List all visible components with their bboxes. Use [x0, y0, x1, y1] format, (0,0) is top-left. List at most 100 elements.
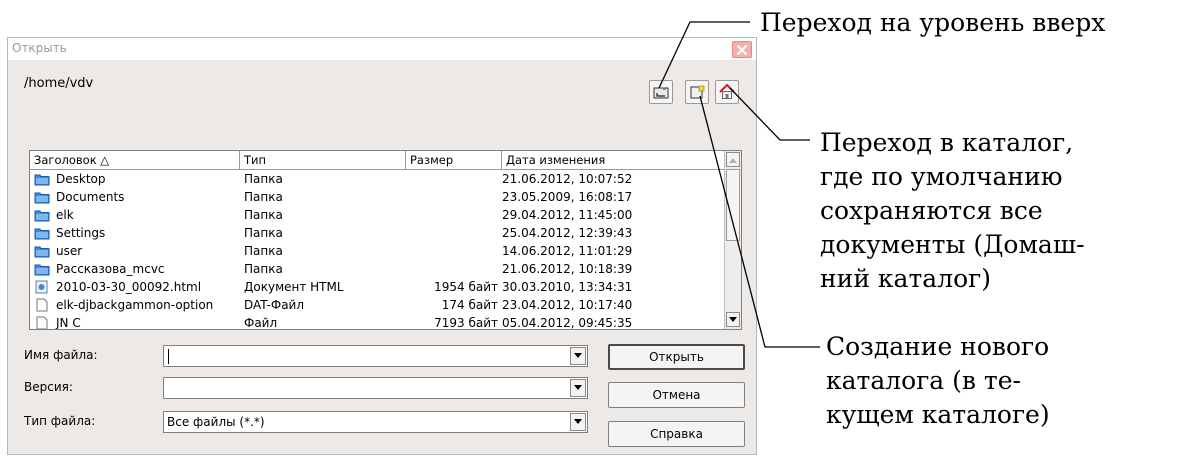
- open-button[interactable]: Открыть: [608, 344, 745, 370]
- folder-icon: [34, 208, 56, 222]
- file-date: 14.06.2012, 11:01:29: [502, 244, 633, 258]
- file-row[interactable]: 2010-03-30_00092.html Документ HTML 1954 б…: [30, 278, 724, 296]
- annotation-new-folder-line: каталога (в те-: [826, 366, 1021, 395]
- file-name: Documents: [56, 190, 125, 204]
- filetype-dropdown-button[interactable]: [570, 413, 586, 431]
- close-icon: [736, 44, 748, 55]
- file-list-rows: Desktop Папка 21.06.2012, 10:07:52 Document…: [30, 170, 724, 330]
- file-size: 174 байт: [441, 298, 498, 312]
- file-size: [406, 260, 502, 278]
- file-date: 29.04.2012, 11:45:00: [502, 208, 633, 222]
- file-name-cell: Settings: [30, 224, 240, 242]
- annotation-home-line: документы (Домаш-: [820, 230, 1085, 259]
- new-folder-button[interactable]: [685, 80, 709, 104]
- help-button[interactable]: Справка: [608, 421, 745, 447]
- filename-dropdown-button[interactable]: [570, 347, 586, 365]
- column-header-date[interactable]: Дата изменения: [502, 151, 724, 169]
- file-name: 2010-03-30_00092.html: [56, 280, 202, 294]
- file-row[interactable]: Рассказова_mcvc Папка 21.06.2012, 10:18:39: [30, 260, 724, 278]
- chevron-down-icon: [574, 419, 582, 424]
- file-type: Папка: [244, 172, 283, 186]
- file-name: Desktop: [56, 172, 106, 186]
- chevron-down-icon: [574, 353, 582, 358]
- folder-icon: [34, 190, 56, 204]
- file-type: Файл: [244, 316, 278, 330]
- chevron-down-icon: [574, 385, 582, 390]
- current-path: /home/vdv: [24, 76, 94, 91]
- file-type: Папка: [244, 190, 283, 204]
- file-name-cell: user: [30, 242, 240, 260]
- file-date: 21.06.2012, 10:07:52: [502, 172, 633, 186]
- file-size: [406, 224, 502, 242]
- file-icon: [34, 298, 56, 312]
- annotation-new-folder: Создание нового каталога (в те- кущем ка…: [826, 330, 1050, 432]
- close-button[interactable]: [732, 41, 752, 58]
- text-cursor: [168, 349, 169, 364]
- file-name-cell: Desktop: [30, 170, 240, 188]
- folder-up-button[interactable]: [649, 80, 673, 104]
- file-size: [406, 206, 502, 224]
- filename-label: Имя файла:: [24, 348, 98, 362]
- file-date: 23.04.2012, 10:17:40: [502, 298, 633, 312]
- file-type: Папка: [244, 208, 283, 222]
- file-row[interactable]: Documents Папка 23.05.2009, 16:08:17: [30, 188, 724, 206]
- html-file-icon: [34, 280, 56, 294]
- filename-input[interactable]: [163, 345, 588, 367]
- file-type: Папка: [244, 262, 283, 276]
- scroll-thumb[interactable]: [726, 169, 740, 241]
- file-size: [406, 188, 502, 206]
- file-size: 7193 байт: [434, 316, 498, 330]
- annotation-home-line: ний каталог): [820, 264, 991, 293]
- file-name: elk-djbackgammon-option: [56, 298, 214, 312]
- annotation-new-folder-line: Создание нового: [826, 332, 1050, 361]
- arrow-up-icon: [729, 157, 737, 163]
- folder-icon: [34, 244, 56, 258]
- scroll-down-button[interactable]: [726, 312, 740, 327]
- file-row[interactable]: user Папка 14.06.2012, 11:01:29: [30, 242, 724, 260]
- folder-icon: [34, 262, 56, 276]
- annotation-home-line: сохраняются все: [820, 196, 1043, 225]
- folder-icon: [34, 172, 56, 186]
- file-list-header: Заголовок △ Тип Размер Дата изменения: [30, 151, 724, 170]
- file-list: Заголовок △ Тип Размер Дата изменения De…: [29, 150, 742, 330]
- file-date: 25.04.2012, 12:39:43: [502, 226, 633, 240]
- home-button[interactable]: [715, 80, 739, 104]
- file-name-cell: Рассказова_mcvc: [30, 260, 240, 278]
- file-type: Папка: [244, 244, 283, 258]
- vertical-scrollbar[interactable]: [724, 151, 741, 329]
- filetype-select[interactable]: Все файлы (*.*): [163, 411, 588, 433]
- file-name: Settings: [56, 226, 106, 240]
- file-date: 30.03.2010, 13:34:31: [502, 280, 633, 294]
- annotation-up-level: Переход на уровень вверх: [760, 8, 1106, 37]
- file-size: [406, 242, 502, 260]
- folder-up-icon: [653, 87, 669, 99]
- file-row[interactable]: Settings Папка 25.04.2012, 12:39:43: [30, 224, 724, 242]
- annotation-home-line: Переход в каталог,: [820, 128, 1074, 157]
- folder-icon: [34, 226, 56, 240]
- filetype-value: Все файлы (*.*): [167, 415, 265, 429]
- version-dropdown-button[interactable]: [570, 379, 586, 397]
- file-name: user: [56, 244, 83, 258]
- arrow-down-icon: [729, 316, 737, 322]
- file-row[interactable]: elk-djbackgammon-option DAT-Файл 174 байт 2…: [30, 296, 724, 314]
- column-header-type[interactable]: Тип: [240, 151, 406, 169]
- cancel-button[interactable]: Отмена: [608, 382, 745, 408]
- file-row[interactable]: JN C Файл 7193 байт 05.04.2012, 09:45:35: [30, 314, 724, 330]
- column-header-name[interactable]: Заголовок △: [30, 151, 240, 169]
- scroll-up-button[interactable]: [726, 152, 740, 167]
- version-select[interactable]: [163, 377, 588, 399]
- file-date: 21.06.2012, 10:18:39: [502, 262, 633, 276]
- file-row[interactable]: elk Папка 29.04.2012, 11:45:00: [30, 206, 724, 224]
- file-size: 1954 байт: [434, 280, 498, 294]
- file-row[interactable]: Desktop Папка 21.06.2012, 10:07:52: [30, 170, 724, 188]
- annotation-new-folder-line: кущем каталоге): [826, 400, 1050, 429]
- file-name-cell: 2010-03-30_00092.html: [30, 278, 240, 296]
- file-name: elk: [56, 208, 74, 222]
- annotation-home: Переход в каталог, где по умолчанию сохр…: [820, 126, 1085, 296]
- title-bar: Открыть: [8, 38, 756, 60]
- file-name-cell: elk-djbackgammon-option: [30, 296, 240, 314]
- column-header-size[interactable]: Размер: [406, 151, 502, 169]
- file-name: Рассказова_mcvc: [56, 262, 165, 276]
- annotation-home-line: где по умолчанию: [820, 162, 1063, 191]
- file-date: 23.05.2009, 16:08:17: [502, 190, 633, 204]
